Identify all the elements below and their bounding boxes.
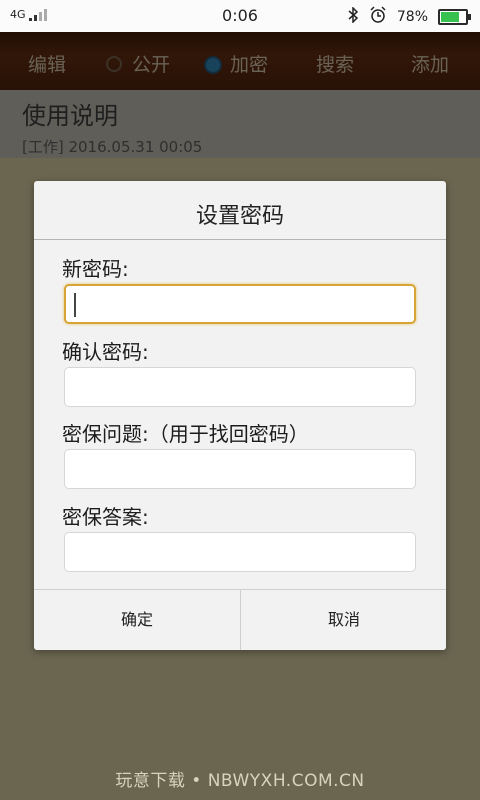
alarm-icon <box>369 6 387 28</box>
toolbar-dim-overlay <box>0 32 480 90</box>
status-icons: 78% <box>347 6 471 28</box>
security-answer-label: 密保答案: <box>62 505 149 529</box>
ok-button[interactable]: 确定 <box>34 590 240 650</box>
status-bar: 4G 0:06 78% <box>0 0 480 32</box>
security-question-label: 密保问题:（用于找回密码） <box>62 422 309 446</box>
note-title: 使用说明 <box>22 102 118 130</box>
cancel-button[interactable]: 取消 <box>241 590 447 650</box>
watermark: 玩意下载 • NBWYXH.COM.CN <box>115 771 365 791</box>
battery-percent: 78% <box>396 9 428 25</box>
set-password-dialog: 设置密码 新密码: 确认密码: 密保问题:（用于找回密码） 密保答案: 确定 取… <box>34 181 446 650</box>
new-password-label: 新密码: <box>62 257 129 281</box>
battery-fill <box>441 12 460 22</box>
dialog-title: 设置密码 <box>195 204 284 229</box>
bluetooth-icon <box>347 6 359 27</box>
new-password-field[interactable] <box>64 284 416 324</box>
note-header: 使用说明 [工作] 2016.05.31 00:05 <box>0 90 480 158</box>
security-answer-field[interactable] <box>64 532 416 572</box>
text-caret <box>74 293 76 317</box>
confirm-password-label: 确认密码: <box>62 340 149 364</box>
divider <box>34 239 446 240</box>
confirm-password-field[interactable] <box>64 367 416 407</box>
toolbar: 编辑 公开 加密 搜索 添加 <box>0 32 480 90</box>
security-question-field[interactable] <box>64 449 416 489</box>
note-meta: [工作] 2016.05.31 00:05 <box>22 138 203 156</box>
battery-icon <box>438 9 471 25</box>
